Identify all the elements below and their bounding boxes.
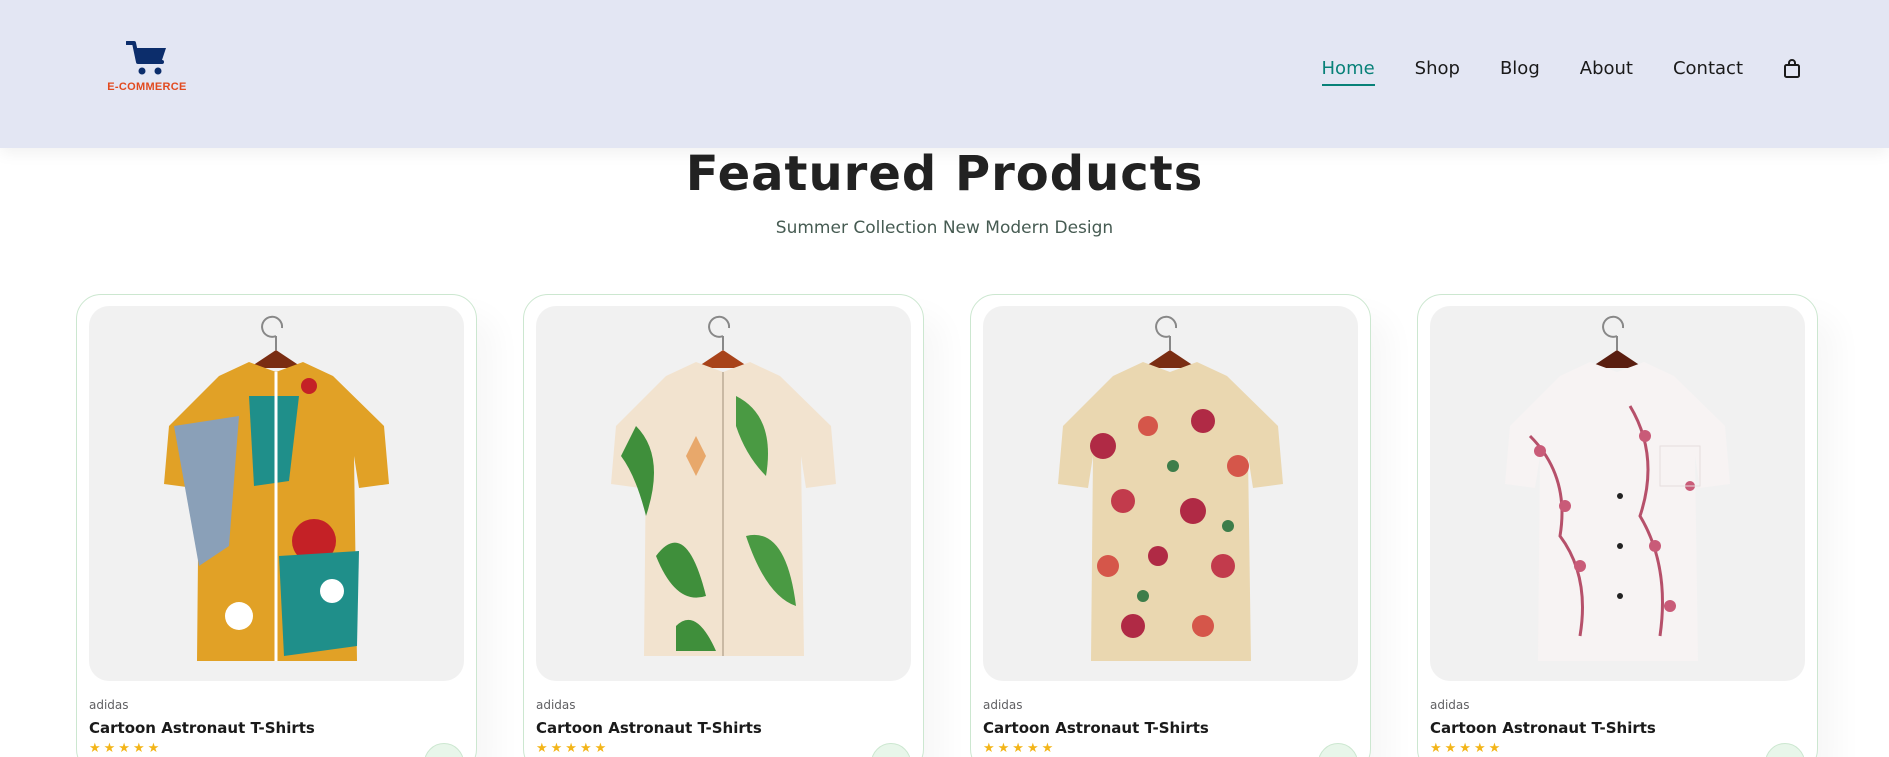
logo-text: E-COMMERCE [107,81,187,93]
product-brand: adidas [983,698,1023,712]
shopping-cart-icon [126,41,166,75]
product-brand: adidas [536,698,576,712]
add-to-cart-button[interactable] [1318,743,1358,757]
nav-home[interactable]: Home [1321,56,1375,86]
star-rating: ★★★★★ [536,741,610,756]
product-image[interactable] [89,306,464,681]
product-name[interactable]: Cartoon Astronaut T-Shirts [536,719,762,737]
section-title: Featured Products [685,146,1204,202]
product-name[interactable]: Cartoon Astronaut T-Shirts [89,719,315,737]
section-subtitle: Summer Collection New Modern Design [775,218,1114,238]
product-image[interactable] [983,306,1358,681]
nav-contact[interactable]: Contact [1673,56,1743,82]
nav-about[interactable]: About [1580,56,1633,82]
nav-shop[interactable]: Shop [1415,56,1460,82]
product-card[interactable]: adidas Cartoon Astronaut T-Shirts ★★★★★ [76,294,477,757]
product-image[interactable] [1430,306,1805,681]
product-card[interactable]: adidas Cartoon Astronaut T-Shirts ★★★★★ [523,294,924,757]
shopping-bag-icon[interactable] [1783,58,1801,80]
product-name[interactable]: Cartoon Astronaut T-Shirts [983,719,1209,737]
add-to-cart-button[interactable] [1765,743,1805,757]
product-name[interactable]: Cartoon Astronaut T-Shirts [1430,719,1656,737]
nav-blog[interactable]: Blog [1500,56,1540,82]
product-card[interactable]: adidas Cartoon Astronaut T-Shirts ★★★★★ [1417,294,1818,757]
logo[interactable]: E-COMMERCE [104,40,190,96]
site-header: E-COMMERCE Home Shop Blog About Contact [0,0,1889,148]
add-to-cart-button[interactable] [871,743,911,757]
product-card[interactable]: adidas Cartoon Astronaut T-Shirts ★★★★★ [970,294,1371,757]
main-nav: Home Shop Blog About Contact [1282,56,1801,86]
star-rating: ★★★★★ [1430,741,1504,756]
product-image[interactable] [536,306,911,681]
star-rating: ★★★★★ [89,741,163,756]
add-to-cart-button[interactable] [424,743,464,757]
product-brand: adidas [1430,698,1470,712]
star-rating: ★★★★★ [983,741,1057,756]
product-brand: adidas [89,698,129,712]
